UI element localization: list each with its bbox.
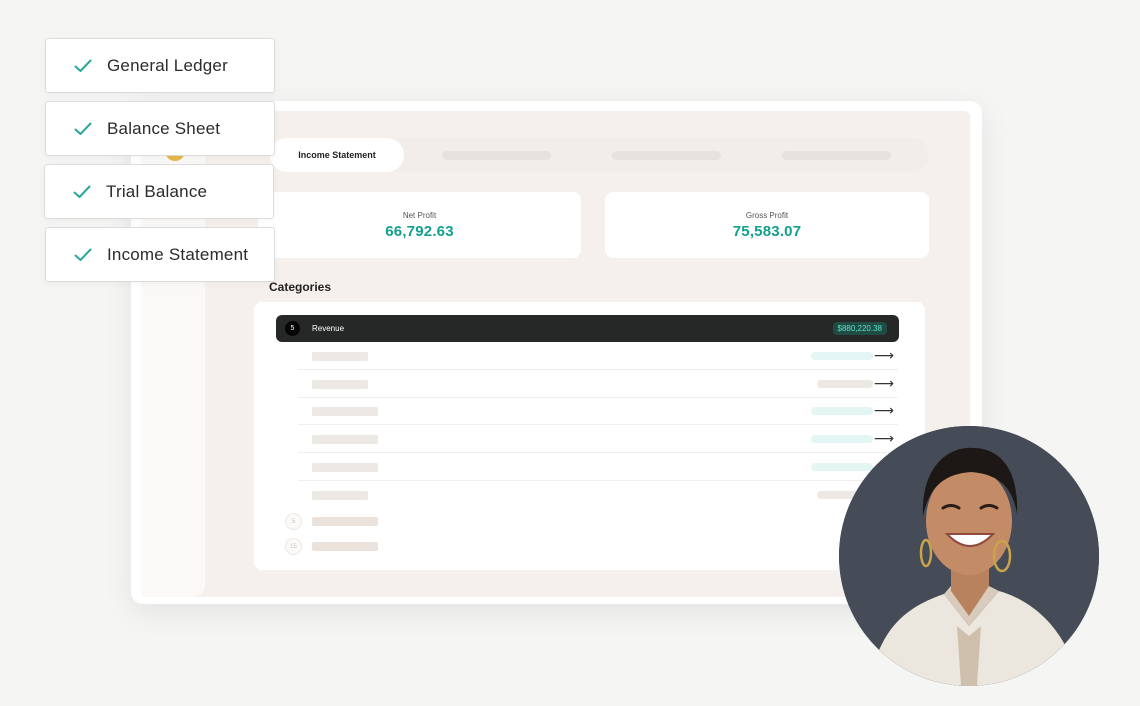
categories-title: Categories	[269, 280, 332, 294]
arrow-right-icon[interactable]: ⟶	[874, 375, 894, 391]
tab-placeholder[interactable]	[612, 151, 721, 160]
placeholder-bar	[811, 352, 873, 360]
list-item[interactable]: ⟶	[298, 370, 898, 398]
placeholder-bar	[312, 491, 368, 500]
list-item[interactable]: ⟶	[298, 425, 898, 453]
gross-profit-card: Gross Profit 75,583.07	[605, 192, 929, 258]
check-icon	[73, 245, 93, 265]
gross-profit-value: 75,583.07	[732, 223, 802, 240]
placeholder-bar	[312, 352, 368, 361]
person-illustration	[839, 426, 1099, 686]
check-icon	[72, 182, 92, 202]
list-item[interactable]: ⟶	[298, 342, 898, 370]
arrow-right-icon[interactable]: ⟶	[874, 402, 894, 418]
person-photo	[839, 426, 1099, 686]
checklist-label: General Ledger	[107, 55, 228, 75]
category-count-badge: 5	[285, 513, 302, 530]
net-profit-label: Net Profit	[402, 211, 437, 220]
placeholder-bar	[817, 380, 873, 388]
arrow-right-icon[interactable]: ⟶	[874, 430, 894, 446]
placeholder-bar	[811, 435, 873, 443]
checklist-item-balance-sheet: Balance Sheet	[45, 101, 275, 156]
checklist-label: Balance Sheet	[107, 118, 221, 138]
arrow-right-icon[interactable]: ⟶	[874, 347, 894, 363]
list-item[interactable]	[298, 453, 898, 481]
tab-placeholder[interactable]	[782, 151, 891, 160]
tab-placeholder[interactable]	[442, 151, 551, 160]
checklist-item-income-statement: Income Statement	[45, 227, 275, 282]
category-row[interactable]: 15	[285, 538, 885, 556]
check-icon	[73, 119, 93, 139]
list-item[interactable]	[298, 481, 898, 509]
checklist-item-trial-balance: Trial Balance	[44, 164, 274, 219]
tab-income-statement[interactable]: Income Statement	[270, 138, 404, 172]
category-count-badge: 5	[285, 321, 300, 336]
placeholder-bar	[811, 407, 873, 415]
check-icon	[73, 56, 93, 76]
placeholder-bar	[312, 463, 378, 472]
checklist-label: Trial Balance	[106, 181, 208, 201]
placeholder-bar	[312, 380, 368, 389]
gross-profit-label: Gross Profit	[745, 211, 789, 220]
placeholder-bar	[811, 463, 873, 471]
placeholder-bar	[312, 407, 378, 416]
net-profit-card: Net Profit 66,792.63	[258, 192, 581, 258]
placeholder-bar	[312, 435, 378, 444]
checklist-item-general-ledger: General Ledger	[45, 38, 275, 93]
checklist-label: Income Statement	[107, 244, 249, 264]
category-row-revenue[interactable]: 5 Revenue $880,220.38	[276, 315, 899, 342]
placeholder-bar	[312, 517, 378, 526]
category-count-badge: 15	[285, 538, 302, 555]
category-amount-badge: $880,220.38	[832, 322, 887, 335]
placeholder-bar	[312, 542, 378, 551]
list-item[interactable]: ⟶	[298, 397, 898, 425]
category-row[interactable]: 5	[285, 513, 885, 531]
category-label: Revenue	[312, 324, 345, 333]
net-profit-value: 66,792.63	[385, 223, 454, 240]
